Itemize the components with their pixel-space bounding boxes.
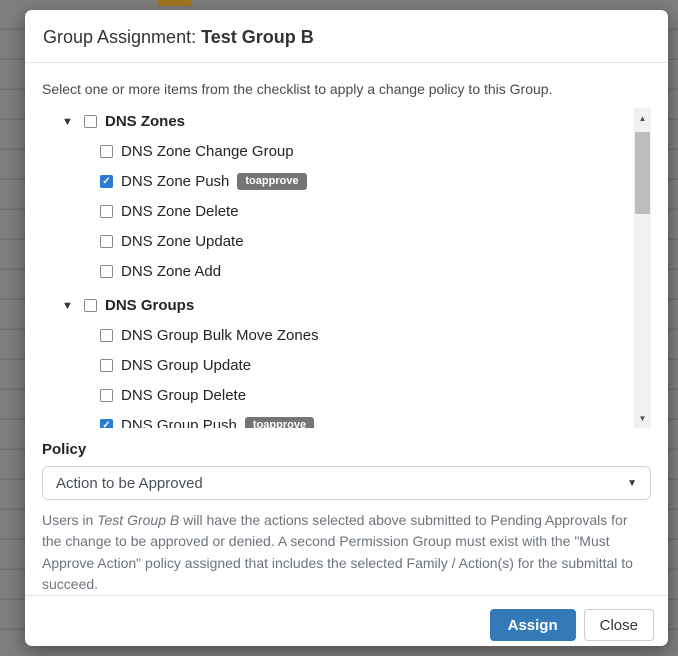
item-label: DNS Zone Push (121, 173, 229, 190)
dimmed-page-backdrop: Group Assignment: Test Group B Select on… (0, 0, 678, 656)
checklist-item: ✓ DNS Zone Change Group (42, 141, 651, 162)
collapse-caret-icon[interactable]: ▼ (62, 116, 77, 128)
checklist-item: ✓ DNS Group Update (42, 355, 651, 376)
scrollbar-thumb[interactable] (635, 132, 650, 214)
policy-select[interactable]: Action to be Approved ▼ (42, 466, 651, 500)
item-checkbox[interactable]: ✓ (100, 235, 113, 248)
item-checkbox[interactable]: ✓ (100, 329, 113, 342)
policy-label: Policy (42, 441, 651, 458)
item-label: DNS Zone Change Group (121, 143, 294, 160)
collapse-caret-icon[interactable]: ▼ (62, 300, 77, 312)
item-label: DNS Group Bulk Move Zones (121, 327, 319, 344)
item-checkbox[interactable]: ✓ (100, 145, 113, 158)
group-label: DNS Groups (105, 297, 194, 314)
item-checkbox[interactable]: ✓ (100, 389, 113, 402)
item-label: DNS Zone Delete (121, 203, 239, 220)
scroll-up-button[interactable]: ▲ (634, 109, 651, 127)
scrollbar[interactable]: ▲ ▼ (634, 108, 651, 428)
group-checkbox[interactable]: ✓ (84, 115, 97, 128)
checklist-item: ✓ DNS Zone Update (42, 231, 651, 252)
select-caret-icon: ▼ (627, 478, 637, 489)
close-button[interactable]: Close (584, 609, 654, 641)
checklist-item: ✓ DNS Zone Add (42, 261, 651, 282)
checklist-item: ✓ DNS Group Push toapprove (42, 415, 651, 428)
item-label: DNS Group Push (121, 417, 237, 428)
modal-title: Group Assignment: (43, 27, 196, 47)
checklist-item: ✓ DNS Zone Delete (42, 201, 651, 222)
background-button-fragment (158, 0, 191, 6)
toapprove-badge: toapprove (237, 173, 306, 190)
instruction-text: Select one or more items from the checkl… (42, 81, 651, 97)
group-assignment-modal: Group Assignment: Test Group B Select on… (25, 10, 668, 646)
policy-help-text: Users in Test Group B will have the acti… (42, 510, 643, 595)
item-checkbox[interactable]: ✓ (100, 359, 113, 372)
checklist-group-dns-zones: ▼ ✓ DNS Zones (42, 111, 651, 132)
group-label: DNS Zones (105, 113, 185, 130)
item-checkbox[interactable]: ✓ (100, 205, 113, 218)
item-label: DNS Group Delete (121, 387, 246, 404)
item-checkbox[interactable]: ✓ (100, 265, 113, 278)
toapprove-badge: toapprove (245, 417, 314, 428)
checklist-scroll-area[interactable]: ▼ ✓ DNS Zones ✓ DNS Zone Change Group ✓ … (42, 108, 651, 428)
modal-body: Select one or more items from the checkl… (25, 63, 668, 595)
checklist-item: ✓ DNS Group Delete (42, 385, 651, 406)
modal-title-group-name: Test Group B (201, 27, 314, 47)
checklist-item: ✓ DNS Group Bulk Move Zones (42, 325, 651, 346)
checklist-group-dns-groups: ▼ ✓ DNS Groups (42, 295, 651, 316)
item-label: DNS Zone Update (121, 233, 244, 250)
group-checkbox[interactable]: ✓ (84, 299, 97, 312)
item-label: DNS Zone Add (121, 263, 221, 280)
checklist-item: ✓ DNS Zone Push toapprove (42, 171, 651, 192)
help-group-name: Test Group B (97, 512, 179, 528)
modal-footer: Assign Close (25, 595, 668, 654)
policy-selected-value: Action to be Approved (56, 475, 203, 492)
item-label: DNS Group Update (121, 357, 251, 374)
item-checkbox-checked[interactable]: ✓ (100, 175, 113, 188)
scroll-down-button[interactable]: ▼ (634, 409, 651, 427)
checklist: ▼ ✓ DNS Zones ✓ DNS Zone Change Group ✓ … (42, 108, 651, 428)
item-checkbox-checked[interactable]: ✓ (100, 419, 113, 428)
modal-header: Group Assignment: Test Group B (25, 10, 668, 63)
assign-button[interactable]: Assign (490, 609, 576, 641)
